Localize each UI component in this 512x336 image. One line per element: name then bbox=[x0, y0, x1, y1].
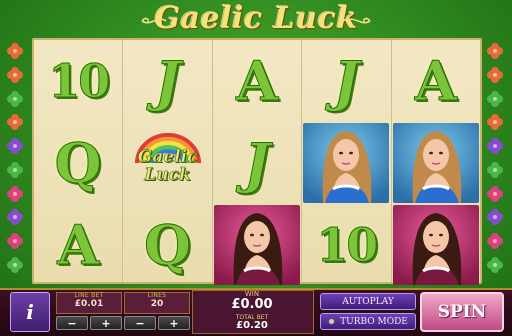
clover-marker-icon bbox=[6, 42, 26, 64]
woman-blue-portrait-icon bbox=[392, 123, 479, 203]
clover-marker-icon bbox=[486, 161, 506, 183]
reel-1: 10 Q A bbox=[34, 40, 124, 282]
clover-marker-icon bbox=[6, 90, 26, 112]
symbol-q: Q bbox=[123, 204, 211, 286]
symbol-j-label: J bbox=[333, 49, 360, 114]
reel-5: A bbox=[392, 40, 480, 285]
spin-button[interactable]: SPIN bbox=[420, 292, 504, 332]
woman-pink-portrait-icon bbox=[392, 205, 479, 285]
reel-3: AJ bbox=[213, 40, 303, 285]
symbol-j: J bbox=[123, 40, 211, 122]
symbol-portrait-icon bbox=[392, 204, 480, 286]
lines-decrease-button[interactable]: − bbox=[124, 316, 156, 330]
game-title: Gaelic Luck bbox=[154, 0, 358, 36]
payline-markers-right bbox=[486, 42, 506, 278]
woman-blue-portrait-icon bbox=[303, 123, 390, 203]
win-value: £0.00 bbox=[231, 297, 273, 312]
symbol-a: A bbox=[34, 204, 122, 286]
clover-marker-icon bbox=[486, 208, 506, 230]
symbol-q-label: Q bbox=[144, 213, 192, 278]
clover-marker-icon bbox=[486, 137, 506, 159]
line-bet-field: LINE BET £0.01 bbox=[56, 292, 122, 309]
turbo-radio-icon bbox=[328, 318, 336, 325]
clover-marker-icon bbox=[486, 42, 506, 64]
symbol-a-label: A bbox=[57, 213, 100, 278]
payline-markers-left bbox=[6, 42, 26, 278]
ornament-left-icon bbox=[141, 17, 167, 24]
reel-area: 10 Q A J Gaelic Luck Q AJ J 10 A bbox=[32, 38, 482, 285]
line-bet-label: LINE BET bbox=[74, 292, 104, 299]
symbol-a-label: A bbox=[236, 49, 279, 114]
line-bet-value: £0.01 bbox=[74, 299, 104, 309]
lines-increase-button[interactable]: + bbox=[158, 316, 190, 330]
reel-4: J 10 bbox=[302, 40, 392, 282]
woman-pink-portrait-icon bbox=[214, 205, 301, 285]
info-button[interactable]: i bbox=[10, 292, 50, 332]
game-title-banner: Gaelic Luck bbox=[0, 0, 512, 36]
symbol-portrait-icon bbox=[302, 122, 390, 204]
symbol-q: Q bbox=[34, 122, 122, 204]
line-bet-increase-button[interactable]: + bbox=[90, 316, 122, 330]
clover-marker-icon bbox=[486, 256, 506, 278]
clover-marker-icon bbox=[486, 113, 506, 135]
symbol-j-label: J bbox=[244, 131, 271, 196]
symbol-a-label: A bbox=[414, 49, 457, 114]
line-bet-decrease-button[interactable]: − bbox=[56, 316, 88, 330]
turbo-mode-toggle[interactable]: TURBO MODE bbox=[320, 313, 416, 330]
clover-marker-icon bbox=[6, 161, 26, 183]
symbol-q-label: Q bbox=[54, 131, 102, 196]
symbol-portrait-icon bbox=[213, 204, 301, 286]
symbol-10-label: 10 bbox=[316, 218, 379, 273]
turbo-mode-label: TURBO MODE bbox=[340, 316, 408, 327]
clover-marker-icon bbox=[6, 185, 26, 207]
symbol-10-label: 10 bbox=[48, 54, 111, 109]
symbol-portrait-icon bbox=[392, 122, 480, 204]
clover-marker-icon bbox=[486, 66, 506, 88]
clover-marker-icon bbox=[6, 113, 26, 135]
clover-marker-icon bbox=[6, 208, 26, 230]
lines-label: LINES bbox=[147, 292, 167, 299]
wild-logo-text: Gaelic Luck bbox=[137, 147, 198, 185]
lines-field: LINES 20 bbox=[124, 292, 190, 309]
clover-marker-icon bbox=[486, 90, 506, 112]
autoplay-button[interactable]: AUTOPLAY bbox=[320, 293, 416, 310]
symbol-j: J bbox=[213, 122, 301, 204]
ornament-right-icon bbox=[345, 17, 371, 24]
symbol-a: A bbox=[392, 40, 480, 122]
symbol-10: 10 bbox=[34, 40, 122, 122]
lines-value: 20 bbox=[150, 299, 164, 309]
symbol-j: J bbox=[302, 40, 390, 122]
clover-marker-icon bbox=[486, 232, 506, 254]
symbol-10: 10 bbox=[302, 204, 390, 286]
clover-marker-icon bbox=[6, 232, 26, 254]
total-bet-value: £0.20 bbox=[236, 320, 268, 331]
clover-marker-icon bbox=[6, 137, 26, 159]
clover-marker-icon bbox=[6, 256, 26, 278]
reel-2: J Gaelic Luck Q bbox=[123, 40, 213, 282]
symbol-j-label: J bbox=[154, 49, 181, 114]
symbol-wild-logo: Gaelic Luck bbox=[123, 122, 211, 204]
clover-marker-icon bbox=[6, 66, 26, 88]
symbol-a: A bbox=[213, 40, 301, 122]
clover-marker-icon bbox=[486, 185, 506, 207]
